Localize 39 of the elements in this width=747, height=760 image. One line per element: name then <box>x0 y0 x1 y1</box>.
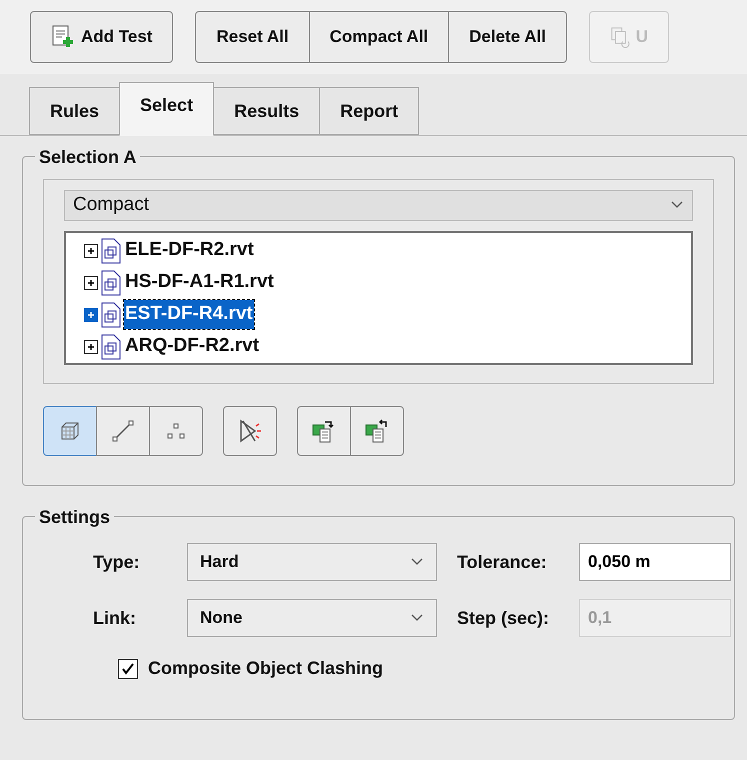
add-test-button[interactable]: Add Test <box>30 11 174 63</box>
tool-button[interactable] <box>223 406 277 456</box>
tab[interactable]: Rules <box>29 87 120 135</box>
link-label: Link: <box>93 606 137 630</box>
copy-icon <box>610 25 632 49</box>
tab[interactable]: Select <box>119 82 214 136</box>
link-dropdown[interactable]: None <box>187 599 437 637</box>
tree-item[interactable]: ARQ-DF-R2.rvt <box>124 332 260 361</box>
expand-icon[interactable] <box>84 276 98 290</box>
expand-icon[interactable] <box>84 340 98 354</box>
tree-item[interactable]: ELE-DF-R2.rvt <box>124 236 255 265</box>
expand-icon[interactable] <box>84 244 98 258</box>
checkbox-label: Composite Object Clashing <box>148 657 384 680</box>
tool-button[interactable] <box>350 406 404 456</box>
tab[interactable]: Report <box>319 87 420 135</box>
type-label: Type: <box>93 550 141 574</box>
checkbox[interactable] <box>118 658 138 678</box>
model-file-icon <box>100 238 122 264</box>
toolbar-button[interactable]: Delete All <box>448 11 567 63</box>
tool-button[interactable] <box>43 406 97 456</box>
chevron-down-icon <box>670 200 684 210</box>
tree-item[interactable]: EST-DF-R4.rvt <box>124 300 254 329</box>
toolbar-button[interactable]: Compact All <box>308 11 450 63</box>
toolbar-button[interactable]: Reset All <box>195 11 310 63</box>
line-icon <box>111 419 135 443</box>
model-file-icon <box>100 334 122 360</box>
model-file-icon <box>100 270 122 296</box>
tool-button[interactable] <box>297 406 351 456</box>
chevron-down-icon <box>410 557 424 567</box>
tolerance-field[interactable]: 0,050 m <box>579 543 731 581</box>
type-dropdown[interactable]: Hard <box>187 543 437 581</box>
model-file-icon <box>100 302 122 328</box>
view-dropdown[interactable]: Compact <box>64 190 693 220</box>
chevron-down-icon <box>410 613 424 623</box>
import-icon <box>364 418 390 444</box>
step-label: Step (sec): <box>456 606 550 630</box>
tolerance-label: Tolerance: <box>456 550 548 574</box>
tab[interactable]: Results <box>213 87 320 135</box>
tree-item[interactable]: HS-DF-A1-R1.rvt <box>124 268 275 297</box>
